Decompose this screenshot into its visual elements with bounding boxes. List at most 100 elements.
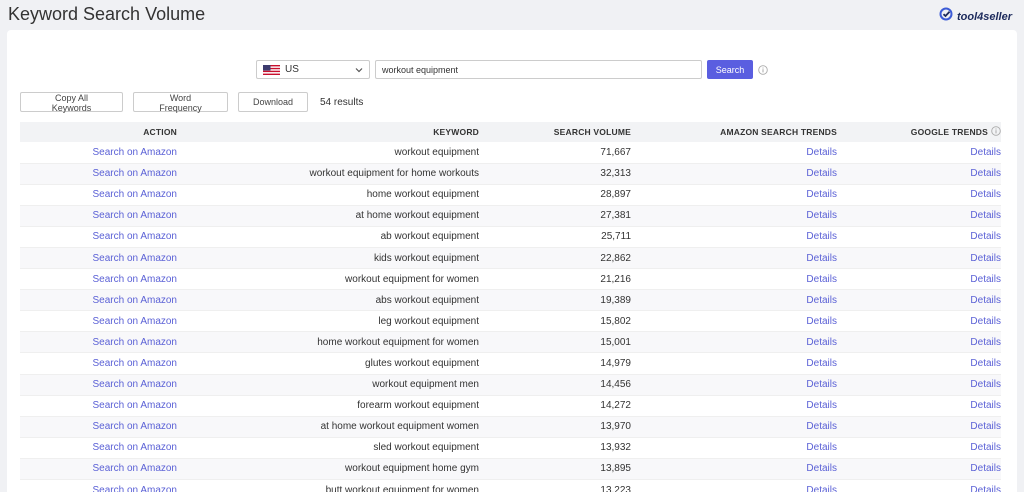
amazon-trends-details-link[interactable]: Details bbox=[806, 189, 837, 200]
amazon-trends-details-link[interactable]: Details bbox=[806, 379, 837, 390]
word-frequency-button[interactable]: Word Frequency bbox=[133, 92, 228, 113]
amazon-trends-details-link[interactable]: Details bbox=[806, 274, 837, 285]
amazon-trends-details-link[interactable]: Details bbox=[806, 337, 837, 348]
table-row: Search on Amazon at home workout equipmen… bbox=[20, 205, 1001, 227]
table-row: Search on Amazon forearm workout equipmen… bbox=[20, 395, 1001, 417]
google-trends-details-link[interactable]: Details bbox=[970, 253, 1001, 264]
brand-icon bbox=[939, 7, 953, 26]
volume-cell: 32,313 bbox=[479, 163, 631, 185]
brand-logo[interactable]: tool4seller bbox=[939, 7, 1012, 26]
keyword-cell: ab workout equipment bbox=[177, 226, 479, 248]
search-on-amazon-link[interactable]: Search on Amazon bbox=[93, 358, 178, 369]
keyword-input[interactable] bbox=[375, 60, 702, 79]
amazon-trends-details-link[interactable]: Details bbox=[806, 253, 837, 264]
keyword-cell: forearm workout equipment bbox=[177, 395, 479, 417]
volume-cell: 15,802 bbox=[479, 310, 631, 333]
keyword-cell: glutes workout equipment bbox=[177, 352, 479, 375]
country-select[interactable]: US bbox=[256, 60, 370, 79]
table-row: Search on Amazon at home workout equipmen… bbox=[20, 416, 1001, 438]
volume-cell: 21,216 bbox=[479, 268, 631, 291]
volume-cell: 15,001 bbox=[479, 331, 631, 354]
table-row: Search on Amazon kids workout equipment 22… bbox=[20, 247, 1001, 270]
table-row: Search on Amazon workout equipment for ho… bbox=[20, 163, 1001, 185]
google-trends-details-link[interactable]: Details bbox=[970, 147, 1001, 158]
google-trends-details-link[interactable]: Details bbox=[970, 463, 1001, 474]
search-on-amazon-link[interactable]: Search on Amazon bbox=[93, 295, 178, 306]
search-on-amazon-link[interactable]: Search on Amazon bbox=[93, 400, 178, 411]
google-trends-details-link[interactable]: Details bbox=[970, 400, 1001, 411]
volume-cell: 27,381 bbox=[479, 205, 631, 227]
google-trends-details-link[interactable]: Details bbox=[970, 442, 1001, 453]
google-trends-details-link[interactable]: Details bbox=[970, 337, 1001, 348]
table-header: ACTION KEYWORD SEARCH VOLUME AMAZON SEAR… bbox=[20, 122, 1001, 142]
search-on-amazon-link[interactable]: Search on Amazon bbox=[93, 168, 178, 179]
table-body: Search on Amazon workout equipment 71,667 D… bbox=[20, 142, 1001, 492]
search-on-amazon-link[interactable]: Search on Amazon bbox=[93, 421, 178, 432]
keyword-cell: home workout equipment for women bbox=[177, 331, 479, 354]
search-on-amazon-link[interactable]: Search on Amazon bbox=[93, 316, 178, 327]
amazon-trends-details-link[interactable]: Details bbox=[806, 358, 837, 369]
keyword-cell: abs workout equipment bbox=[177, 289, 479, 312]
search-on-amazon-link[interactable]: Search on Amazon bbox=[93, 442, 178, 453]
info-icon[interactable] bbox=[991, 126, 1001, 138]
column-header-volume[interactable]: SEARCH VOLUME bbox=[479, 122, 631, 142]
amazon-trends-details-link[interactable]: Details bbox=[806, 316, 837, 327]
amazon-trends-details-link[interactable]: Details bbox=[806, 463, 837, 474]
google-trends-details-link[interactable]: Details bbox=[970, 168, 1001, 179]
google-trends-label: GOOGLE TRENDS bbox=[910, 127, 988, 137]
keyword-cell: workout equipment for home workouts bbox=[177, 163, 479, 185]
keyword-cell: at home workout equipment women bbox=[177, 416, 479, 438]
country-value: US bbox=[285, 64, 299, 75]
google-trends-details-link[interactable]: Details bbox=[970, 421, 1001, 432]
amazon-trends-details-link[interactable]: Details bbox=[806, 231, 837, 242]
google-trends-details-link[interactable]: Details bbox=[970, 485, 1001, 492]
download-button[interactable]: Download bbox=[238, 92, 308, 112]
keyword-cell: workout equipment home gym bbox=[177, 458, 479, 481]
volume-cell: 22,862 bbox=[479, 247, 631, 270]
amazon-trends-details-link[interactable]: Details bbox=[806, 295, 837, 306]
amazon-trends-details-link[interactable]: Details bbox=[806, 147, 837, 158]
keyword-cell: workout equipment men bbox=[177, 374, 479, 396]
table-row: Search on Amazon glutes workout equipment… bbox=[20, 352, 1001, 375]
amazon-trends-details-link[interactable]: Details bbox=[806, 421, 837, 432]
google-trends-details-link[interactable]: Details bbox=[970, 379, 1001, 390]
info-icon[interactable] bbox=[758, 64, 768, 75]
table-row: Search on Amazon workout equipment for wo… bbox=[20, 268, 1001, 291]
search-on-amazon-link[interactable]: Search on Amazon bbox=[93, 210, 178, 221]
search-on-amazon-link[interactable]: Search on Amazon bbox=[93, 253, 178, 264]
amazon-trends-details-link[interactable]: Details bbox=[806, 442, 837, 453]
volume-cell: 14,456 bbox=[479, 374, 631, 396]
table-row: Search on Amazon workout equipment home g… bbox=[20, 458, 1001, 481]
google-trends-details-link[interactable]: Details bbox=[970, 358, 1001, 369]
results-count: 54 results bbox=[320, 96, 364, 108]
google-trends-details-link[interactable]: Details bbox=[970, 189, 1001, 200]
google-trends-details-link[interactable]: Details bbox=[970, 295, 1001, 306]
google-trends-details-link[interactable]: Details bbox=[970, 274, 1001, 285]
page-title: Keyword Search Volume bbox=[8, 4, 206, 24]
volume-cell: 28,897 bbox=[479, 184, 631, 206]
google-trends-details-link[interactable]: Details bbox=[970, 210, 1001, 221]
keyword-cell: workout equipment for women bbox=[177, 268, 479, 291]
volume-cell: 19,389 bbox=[479, 289, 631, 312]
volume-cell: 13,970 bbox=[479, 416, 631, 438]
copy-all-keywords-button[interactable]: Copy All Keywords bbox=[20, 92, 123, 113]
search-on-amazon-link[interactable]: Search on Amazon bbox=[93, 147, 178, 158]
amazon-trends-details-link[interactable]: Details bbox=[806, 210, 837, 221]
toolbar: Copy All Keywords Word Frequency Downloa… bbox=[20, 92, 364, 113]
keyword-table: ACTION KEYWORD SEARCH VOLUME AMAZON SEAR… bbox=[20, 122, 1001, 492]
amazon-trends-details-link[interactable]: Details bbox=[806, 168, 837, 179]
google-trends-details-link[interactable]: Details bbox=[970, 231, 1001, 242]
amazon-trends-details-link[interactable]: Details bbox=[806, 485, 837, 492]
search-on-amazon-link[interactable]: Search on Amazon bbox=[93, 379, 178, 390]
search-on-amazon-link[interactable]: Search on Amazon bbox=[93, 231, 178, 242]
search-on-amazon-link[interactable]: Search on Amazon bbox=[93, 337, 178, 348]
amazon-trends-details-link[interactable]: Details bbox=[806, 400, 837, 411]
search-button[interactable]: Search bbox=[707, 60, 753, 79]
keyword-cell: leg workout equipment bbox=[177, 310, 479, 333]
table-row: Search on Amazon workout equipment 71,667 D… bbox=[20, 142, 1001, 164]
search-on-amazon-link[interactable]: Search on Amazon bbox=[93, 463, 178, 474]
google-trends-details-link[interactable]: Details bbox=[970, 316, 1001, 327]
search-on-amazon-link[interactable]: Search on Amazon bbox=[93, 274, 178, 285]
search-on-amazon-link[interactable]: Search on Amazon bbox=[93, 189, 178, 200]
search-on-amazon-link[interactable]: Search on Amazon bbox=[93, 485, 178, 492]
